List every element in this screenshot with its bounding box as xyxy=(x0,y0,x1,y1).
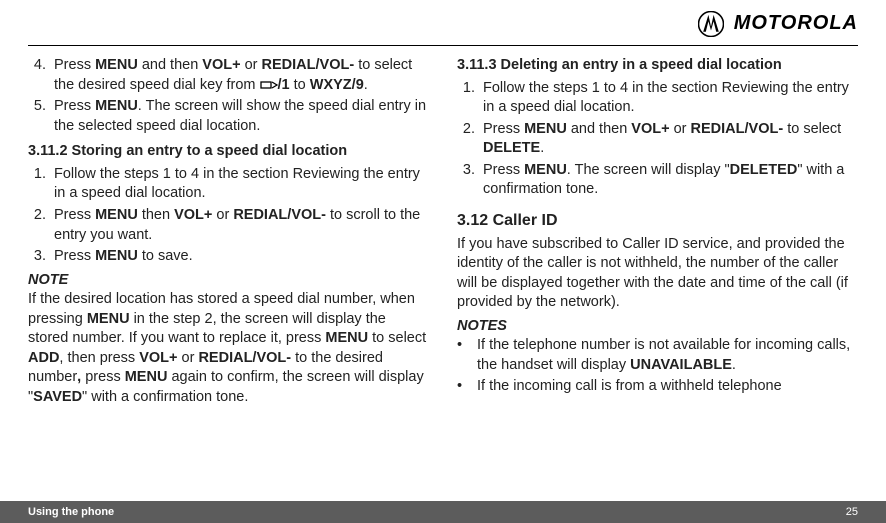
section-3-11-2-heading: 3.11.2 Storing an entry to a speed dial … xyxy=(28,142,429,162)
notes-label: NOTES xyxy=(457,317,858,337)
item-text: Press MENU. The screen will show the spe… xyxy=(54,97,429,136)
item-text: Press MENU and then VOL+ or REDIAL/VOL- … xyxy=(483,120,858,159)
header-rule xyxy=(28,45,858,46)
list-item: 2. Press MENU then VOL+ or REDIAL/VOL- t… xyxy=(28,206,429,245)
page-footer: Using the phone 25 xyxy=(0,501,886,523)
item-text: If the incoming call is from a withheld … xyxy=(477,377,858,397)
note-body: If the desired location has stored a spe… xyxy=(28,290,429,407)
bullet-icon: • xyxy=(457,377,467,397)
item-number: 3. xyxy=(28,247,46,267)
header-bar: MOTOROLA xyxy=(0,0,886,45)
page-number: 25 xyxy=(846,505,858,520)
list-item: 1. Follow the steps 1 to 4 in the sectio… xyxy=(457,79,858,118)
notes-bullet-list: • If the telephone number is not availab… xyxy=(457,336,858,397)
list-item: 4. Press MENU and then VOL+ or REDIAL/VO… xyxy=(28,56,429,95)
caller-id-body: If you have subscribed to Caller ID serv… xyxy=(457,235,858,313)
list-3-11-3: 1. Follow the steps 1 to 4 in the sectio… xyxy=(457,79,858,200)
list-continued: 4. Press MENU and then VOL+ or REDIAL/VO… xyxy=(28,56,429,136)
item-number: 2. xyxy=(457,120,475,159)
list-item: 5. Press MENU. The screen will show the … xyxy=(28,97,429,136)
item-number: 3. xyxy=(457,161,475,200)
item-text: Press MENU and then VOL+ or REDIAL/VOL- … xyxy=(54,56,429,95)
item-number: 2. xyxy=(28,206,46,245)
item-number: 4. xyxy=(28,56,46,95)
left-column: 4. Press MENU and then VOL+ or REDIAL/VO… xyxy=(28,56,429,410)
section-3-12-heading: 3.12 Caller ID xyxy=(457,210,858,232)
item-text: Press MENU to save. xyxy=(54,247,429,267)
footer-title: Using the phone xyxy=(28,505,114,520)
right-column: 3.11.3 Deleting an entry in a speed dial… xyxy=(457,56,858,410)
item-text: Follow the steps 1 to 4 in the section R… xyxy=(54,165,429,204)
section-3-11-3-heading: 3.11.3 Deleting an entry in a speed dial… xyxy=(457,56,858,76)
list-item: 1. Follow the steps 1 to 4 in the sectio… xyxy=(28,165,429,204)
item-text: Press MENU then VOL+ or REDIAL/VOL- to s… xyxy=(54,206,429,245)
motorola-logo-icon xyxy=(698,11,724,37)
item-text: Press MENU. The screen will display "DEL… xyxy=(483,161,858,200)
note-label: NOTE xyxy=(28,271,429,291)
brand-name: MOTOROLA xyxy=(734,10,858,37)
content-columns: 4. Press MENU and then VOL+ or REDIAL/VO… xyxy=(0,56,886,410)
list-item: • If the incoming call is from a withhel… xyxy=(457,377,858,397)
list-item: • If the telephone number is not availab… xyxy=(457,336,858,375)
item-text: If the telephone number is not available… xyxy=(477,336,858,375)
list-item: 2. Press MENU and then VOL+ or REDIAL/VO… xyxy=(457,120,858,159)
bullet-icon: • xyxy=(457,336,467,375)
list-item: 3. Press MENU. The screen will display "… xyxy=(457,161,858,200)
speed-dial-key-icon xyxy=(260,80,278,90)
item-number: 1. xyxy=(457,79,475,118)
item-text: Follow the steps 1 to 4 in the section R… xyxy=(483,79,858,118)
item-number: 1. xyxy=(28,165,46,204)
list-3-11-2: 1. Follow the steps 1 to 4 in the sectio… xyxy=(28,165,429,267)
item-number: 5. xyxy=(28,97,46,136)
list-item: 3. Press MENU to save. xyxy=(28,247,429,267)
